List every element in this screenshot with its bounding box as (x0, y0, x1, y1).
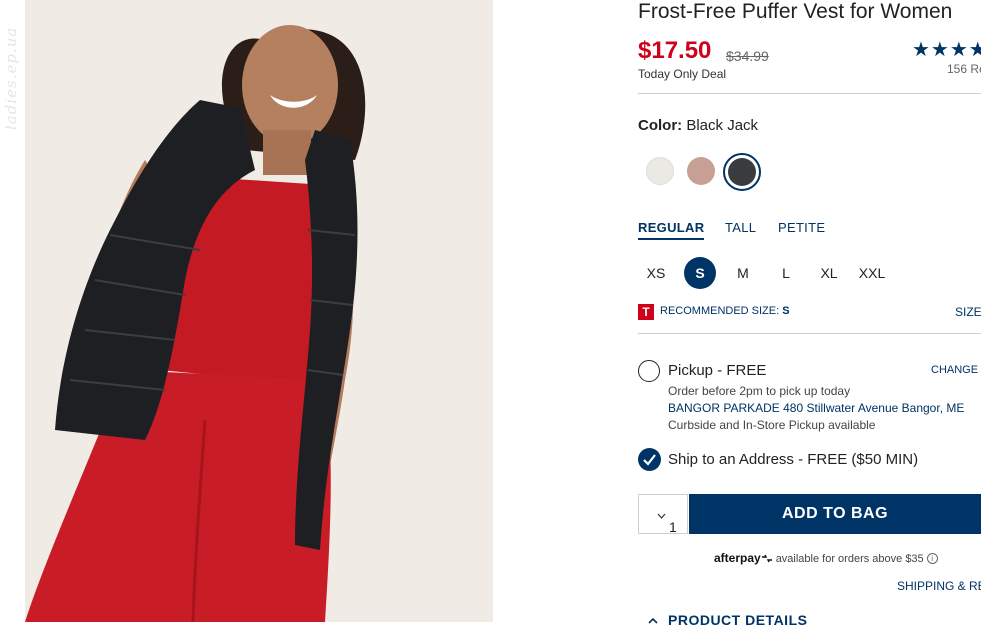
review-count-link[interactable]: 156 Re (947, 62, 981, 76)
ship-label[interactable]: Ship to an Address - FREE ($50 MIN) (668, 451, 918, 468)
recommended-size-value: S (782, 305, 790, 317)
color-label: Color: Black Jack (638, 117, 758, 134)
color-swatch-cream[interactable] (646, 157, 674, 185)
afterpay-logo: afterpay (714, 551, 761, 565)
divider (638, 333, 981, 334)
chevron-icon (648, 617, 658, 624)
pickup-store-address: BANGOR PARKADE 480 Stillwater Avenue Ban… (668, 401, 965, 415)
quantity-number: 1 (669, 519, 677, 535)
chevron-down-icon (657, 513, 666, 519)
tab-petite[interactable]: PETITE (778, 220, 825, 235)
change-store-link[interactable]: CHANGE S (931, 364, 981, 376)
rating-stars[interactable]: ★★★★ (912, 37, 981, 62)
product-image[interactable] (25, 0, 493, 622)
color-swatch-rose[interactable] (687, 157, 715, 185)
afterpay-text: available for orders above $35 (775, 553, 924, 565)
quantity-select[interactable]: 1 (638, 494, 688, 535)
shipping-returns-link[interactable]: SHIPPING & RET (897, 579, 981, 593)
sale-price: $17.50 (638, 37, 712, 64)
original-price: $34.99 (726, 48, 769, 64)
product-details-label: PRODUCT DETAILS (668, 612, 808, 628)
deal-label: Today Only Deal (638, 67, 727, 81)
size-option-xs[interactable]: XS (640, 265, 672, 281)
selected-color-name: Black Jack (686, 117, 759, 134)
size-option-xxl[interactable]: XXL (856, 265, 888, 281)
tab-regular[interactable]: REGULAR (638, 220, 705, 240)
size-guide-link[interactable]: SIZE (955, 305, 981, 319)
size-option-xl[interactable]: XL (813, 265, 845, 281)
pickup-radio[interactable] (638, 360, 660, 382)
quantity-value: 1 (654, 507, 677, 535)
afterpay-arrows-icon (761, 554, 772, 563)
pickup-availability: Curbside and In-Store Pickup available (668, 418, 876, 432)
add-to-bag-button[interactable]: ADD TO BAG (689, 494, 981, 534)
true-fit-badge-icon: T (638, 304, 654, 320)
recommended-size[interactable]: RECOMMENDED SIZE: S (660, 305, 790, 317)
product-details-toggle[interactable]: PRODUCT DETAILS (648, 612, 807, 628)
product-title: Frost-Free Puffer Vest for Women (638, 0, 953, 23)
size-option-m[interactable]: M (727, 265, 759, 281)
product-photo-illustration (25, 0, 493, 622)
color-label-title: Color: (638, 117, 683, 134)
pickup-label[interactable]: Pickup - FREE (668, 362, 766, 379)
swatch-fill (728, 158, 756, 186)
size-option-l[interactable]: L (770, 265, 802, 281)
color-swatch-black-jack[interactable] (723, 153, 761, 191)
watermark-text: ladies.ep.ua (2, 26, 20, 130)
size-option-s[interactable]: S (684, 257, 716, 289)
pickup-order-before: Order before 2pm to pick up today (668, 384, 851, 398)
info-icon[interactable]: i (926, 553, 938, 564)
tab-tall[interactable]: TALL (725, 220, 756, 235)
afterpay-message: afterpay available for orders above $35 i (714, 551, 938, 565)
ship-radio-checked[interactable] (638, 448, 661, 471)
checkmark-icon (643, 454, 656, 466)
divider (638, 93, 981, 94)
recommended-size-label: RECOMMENDED SIZE: (660, 305, 780, 317)
